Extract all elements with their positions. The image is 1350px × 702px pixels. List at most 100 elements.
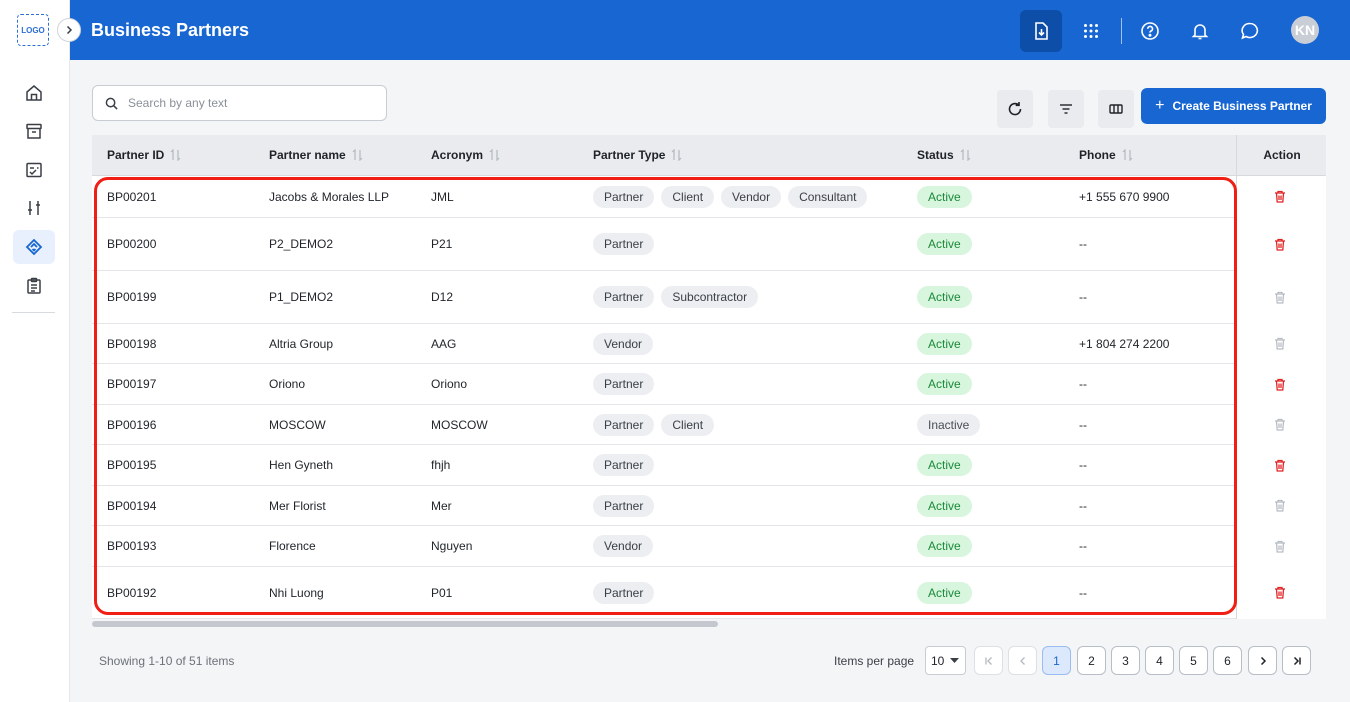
download-button[interactable] bbox=[1020, 10, 1062, 52]
partner-type-tag: Partner bbox=[593, 185, 655, 208]
column-header-status[interactable]: Status bbox=[917, 148, 971, 162]
sort-icon[interactable] bbox=[960, 149, 971, 161]
partner-name-cell: Altria Group bbox=[269, 336, 334, 351]
sidebar-expand-button[interactable] bbox=[57, 18, 81, 42]
table-row[interactable]: BP00198 Altria Group AAG Vendor Active +1 804… bbox=[92, 324, 1326, 364]
sidebar: LOGO bbox=[0, 0, 70, 702]
columns-button[interactable] bbox=[1098, 90, 1134, 128]
sidebar-item-home[interactable] bbox=[13, 76, 55, 110]
delete-icon[interactable] bbox=[1274, 459, 1286, 475]
delete-icon[interactable] bbox=[1274, 190, 1286, 206]
last-page-button[interactable] bbox=[1282, 646, 1311, 675]
table-row[interactable]: BP00196 MOSCOW MOSCOW Partner Client Inactive… bbox=[92, 405, 1326, 445]
sidebar-item-adjustments[interactable] bbox=[13, 191, 55, 225]
partner-name-cell: P1_DEMO2 bbox=[269, 290, 334, 304]
column-header-partner-name[interactable]: Partner name bbox=[269, 148, 363, 162]
filter-button[interactable] bbox=[1048, 90, 1084, 128]
partner-id-cell: BP00200 bbox=[107, 237, 157, 251]
sidebar-item-archive[interactable] bbox=[13, 114, 55, 148]
delete-icon[interactable] bbox=[1274, 586, 1286, 602]
refresh-button[interactable] bbox=[997, 90, 1033, 128]
delete-icon[interactable] bbox=[1274, 238, 1286, 254]
status-badge: Active bbox=[917, 494, 972, 517]
partner-type-tag: Consultant bbox=[788, 185, 868, 208]
page-6-button[interactable]: 6 bbox=[1213, 646, 1242, 675]
page-title: Business Partners bbox=[91, 20, 250, 40]
sort-icon[interactable] bbox=[671, 149, 682, 161]
create-button-label: Create Business Partner bbox=[1172, 99, 1312, 113]
page-1-button[interactable]: 1 bbox=[1042, 646, 1071, 675]
sort-icon[interactable] bbox=[1122, 149, 1133, 161]
delete-icon[interactable] bbox=[1274, 378, 1286, 394]
partner-id-cell: BP00192 bbox=[107, 585, 157, 600]
page-4-button[interactable]: 4 bbox=[1145, 646, 1174, 675]
partner-type-tags: Vendor bbox=[593, 332, 654, 355]
partner-name-cell: Oriono bbox=[269, 377, 306, 391]
status-badge: Active bbox=[917, 286, 972, 308]
phone-cell: +1 555 670 9900 bbox=[1079, 189, 1170, 204]
previous-page-button[interactable] bbox=[1008, 646, 1037, 675]
table-row[interactable]: BP00195 Hen Gyneth fhjh Partner Active -- bbox=[92, 445, 1326, 486]
partner-type-tag: Client bbox=[661, 413, 715, 436]
first-page-button[interactable] bbox=[974, 646, 1003, 675]
help-button[interactable] bbox=[1129, 10, 1171, 52]
partner-type-tag: Partner bbox=[593, 233, 655, 255]
partner-type-tags: Partner bbox=[593, 233, 655, 255]
last-page-icon bbox=[1293, 656, 1301, 665]
search-input[interactable]: Search by any text bbox=[92, 85, 387, 121]
search-icon bbox=[105, 97, 118, 110]
table-row[interactable]: BP00201 Jacobs & Morales LLP JML Partner Cli… bbox=[92, 176, 1326, 218]
status-badge: Active bbox=[917, 454, 972, 476]
apps-button[interactable] bbox=[1070, 10, 1112, 52]
partner-name-cell: MOSCOW bbox=[269, 417, 326, 432]
items-per-page-value: 10 bbox=[931, 653, 945, 668]
partner-type-tag: Partner bbox=[593, 454, 655, 476]
partner-type-tags: Partner Subcontractor bbox=[593, 286, 759, 308]
acronym-cell: AAG bbox=[431, 336, 457, 351]
column-header-phone[interactable]: Phone bbox=[1079, 148, 1133, 162]
partner-name-cell: P2_DEMO2 bbox=[269, 237, 334, 251]
create-business-partner-button[interactable]: + Create Business Partner bbox=[1141, 88, 1326, 124]
action-column: Action bbox=[1236, 135, 1326, 619]
notifications-button[interactable] bbox=[1179, 10, 1221, 52]
horizontal-scrollbar[interactable] bbox=[92, 621, 718, 627]
partner-id-cell: BP00197 bbox=[107, 377, 157, 391]
table-row[interactable]: BP00192 Nhi Luong P01 Partner Active -- bbox=[92, 567, 1326, 619]
table-row[interactable]: BP00193 Florence Nguyen Vendor Active -- bbox=[92, 526, 1326, 567]
caret-down-icon bbox=[950, 657, 960, 663]
column-header-partner-id[interactable]: Partner ID bbox=[107, 148, 181, 162]
app-logo: LOGO bbox=[17, 14, 49, 46]
user-avatar[interactable]: KN bbox=[1291, 16, 1319, 44]
page-3-button[interactable]: 3 bbox=[1111, 646, 1140, 675]
phone-cell: -- bbox=[1079, 458, 1087, 472]
partner-type-tags: Partner Client bbox=[593, 413, 715, 436]
sidebar-divider bbox=[12, 312, 55, 313]
column-header-acronym[interactable]: Acronym bbox=[431, 148, 500, 162]
sidebar-item-tasks[interactable] bbox=[13, 153, 55, 187]
column-header-partner-type[interactable]: Partner Type bbox=[593, 148, 682, 162]
sort-icon[interactable] bbox=[352, 149, 363, 161]
columns-icon bbox=[1109, 104, 1123, 114]
table-row[interactable]: BP00200 P2_DEMO2 P21 Partner Active -- bbox=[92, 218, 1326, 271]
chat-button[interactable] bbox=[1229, 10, 1271, 52]
status-badge: Inactive bbox=[917, 413, 981, 436]
apps-grid-icon bbox=[1084, 24, 1098, 38]
sort-icon[interactable] bbox=[489, 149, 500, 161]
partner-type-tag: Partner bbox=[593, 494, 655, 517]
table-row[interactable]: BP00199 P1_DEMO2 D12 Partner Subcontractor Ac… bbox=[92, 271, 1326, 324]
phone-cell: -- bbox=[1079, 237, 1087, 251]
table-row[interactable]: BP00194 Mer Florist Mer Partner Active -- bbox=[92, 486, 1326, 526]
partner-name-cell: Jacobs & Morales LLP bbox=[269, 189, 390, 204]
next-page-button[interactable] bbox=[1248, 646, 1277, 675]
items-per-page-select[interactable]: 10 bbox=[925, 646, 966, 675]
page-5-button[interactable]: 5 bbox=[1179, 646, 1208, 675]
table-row[interactable]: BP00197 Oriono Oriono Partner Active -- bbox=[92, 364, 1326, 405]
sidebar-item-reports[interactable] bbox=[13, 269, 55, 303]
help-icon bbox=[1141, 22, 1159, 40]
partner-name-cell: Mer Florist bbox=[269, 498, 326, 513]
sort-icon[interactable] bbox=[170, 149, 181, 161]
sidebar-item-business-partners[interactable] bbox=[13, 230, 55, 264]
partner-type-tag: Partner bbox=[593, 286, 655, 308]
page-2-button[interactable]: 2 bbox=[1077, 646, 1106, 675]
phone-cell: +1 804 274 2200 bbox=[1079, 336, 1170, 351]
